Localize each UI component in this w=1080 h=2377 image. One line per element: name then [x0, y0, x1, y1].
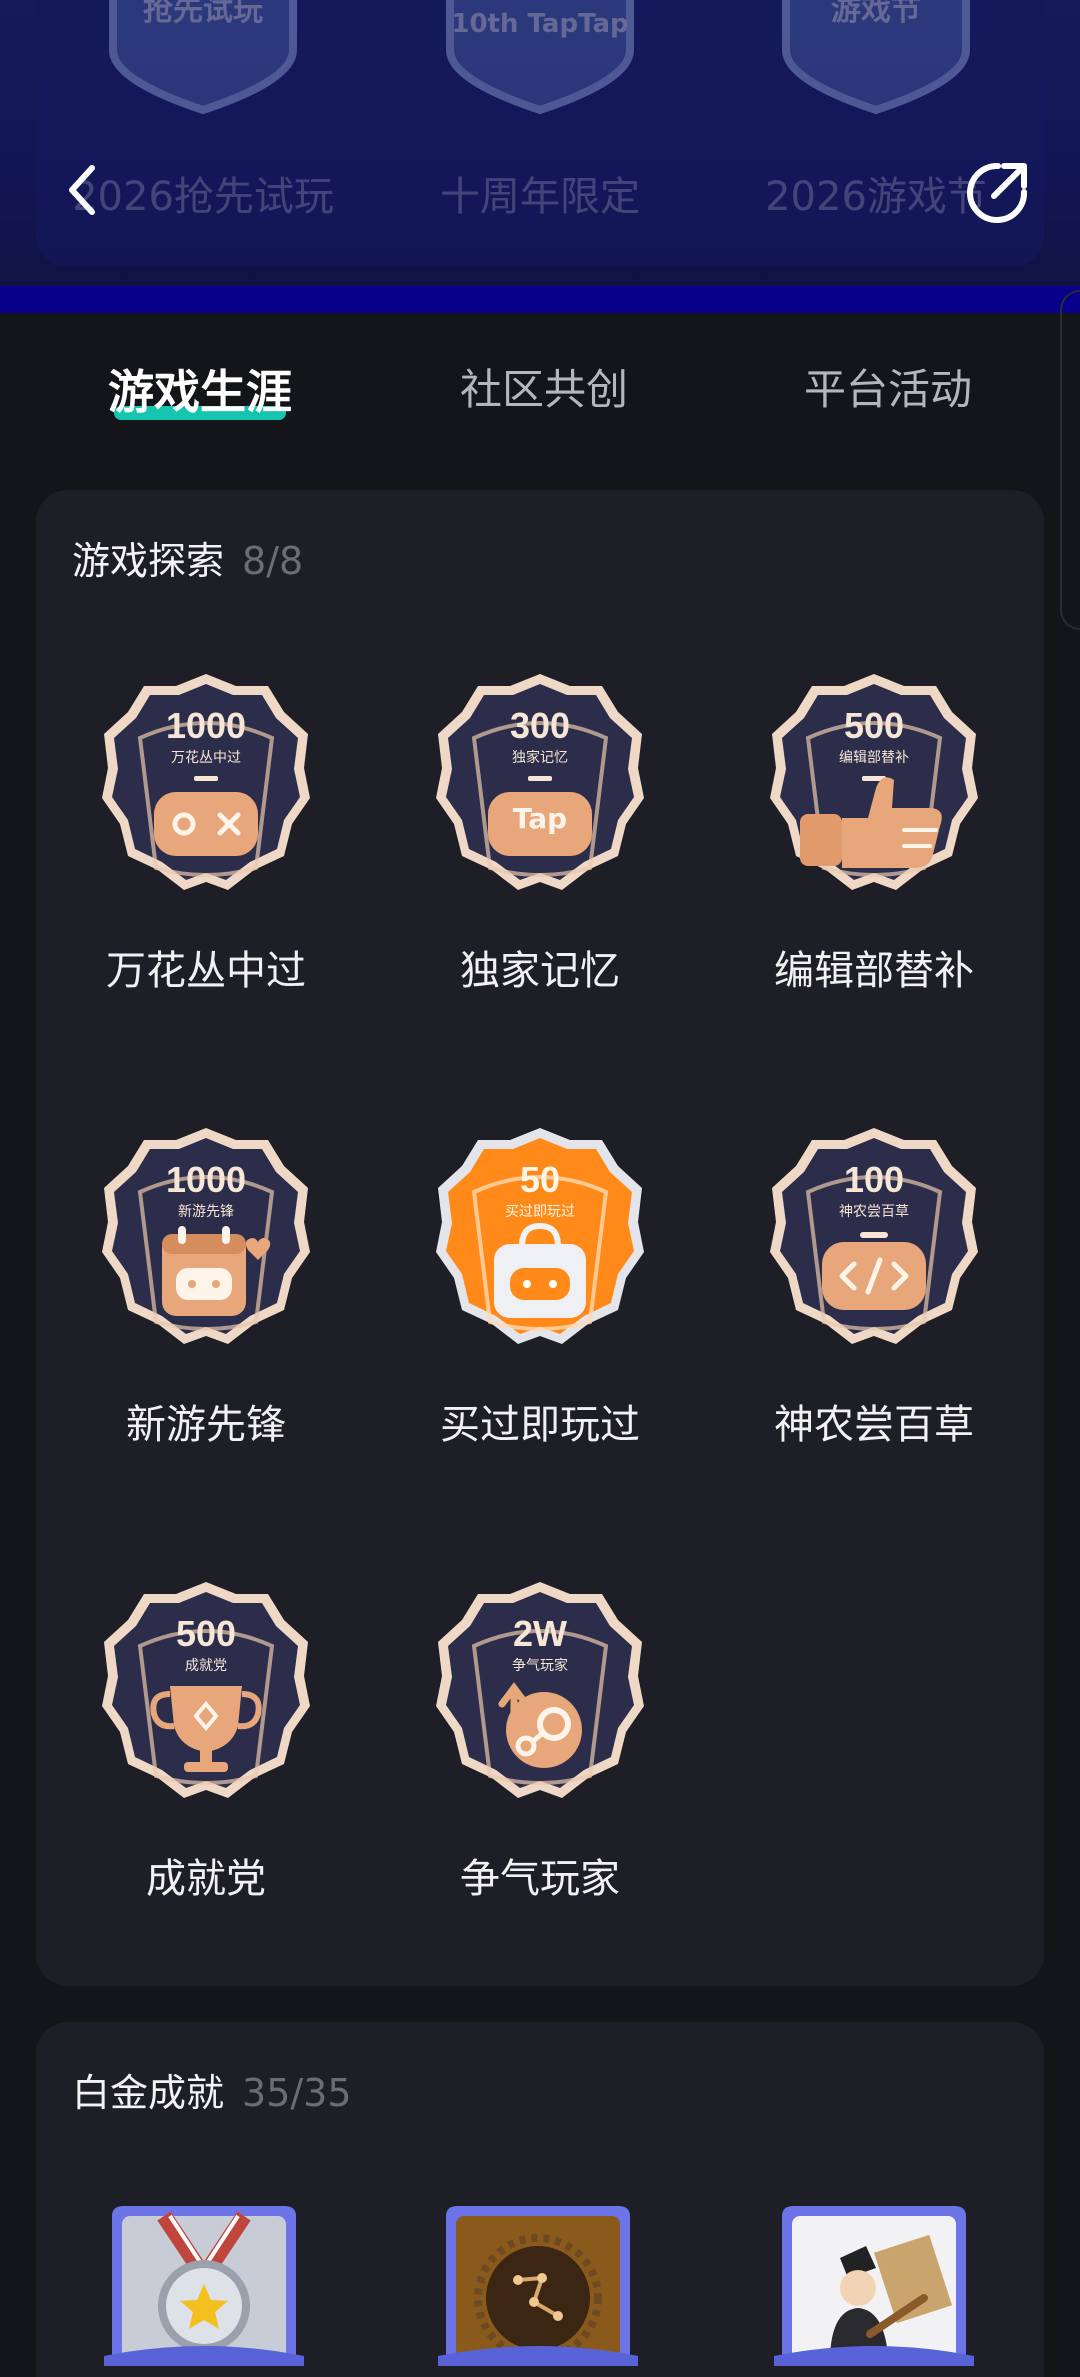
badge-label: 编辑部替补 [774, 948, 974, 994]
platinum-badge-medal[interactable] [104, 2206, 304, 2366]
badge-number: 1000 [166, 705, 246, 746]
section-game-exploration: 游戏探索 8/8 1000 万花丛中过 万花丛中过 300 独家记忆 Tap 独… [36, 490, 1044, 1986]
header-divider [0, 286, 1080, 313]
badge-graphic: 500 成就党 [96, 1576, 316, 1806]
badge-label: 争气玩家 [460, 1856, 620, 1902]
chevron-left-icon [69, 165, 95, 215]
section-count: 8/8 [242, 539, 304, 583]
top-badge-label-2: 十周年限定 [440, 174, 640, 220]
badge-label: 买过即玩过 [440, 1402, 640, 1448]
top-badge-1: 抢先试玩 [103, 0, 303, 116]
character-sign-icon [774, 2206, 974, 2366]
badge-subtitle: 编辑部替补 [839, 750, 909, 766]
top-badge-3: 游戏节 [776, 0, 976, 116]
badge-subtitle: 万花丛中过 [171, 750, 241, 766]
badge-label: 新游先锋 [126, 1402, 286, 1448]
header-banner: 抢先试玩 10th TapTap 游戏节 2026抢先试玩 十周年限定 2026… [0, 0, 1080, 300]
badge-subtitle: 买过即玩过 [505, 1204, 575, 1220]
badge-label: 万花丛中过 [106, 948, 306, 994]
badge-subtitle: 神农尝百草 [839, 1204, 909, 1220]
back-button[interactable] [52, 160, 112, 220]
badge-number: 1000 [166, 1159, 246, 1200]
tab-community-label: 社区共创 [459, 365, 628, 414]
badge-graphic: 50 买过即玩过 [430, 1122, 650, 1352]
section-count: 35/35 [242, 2071, 352, 2115]
badge-number: 500 [176, 1613, 236, 1654]
top-badge-2: 10th TapTap [440, 0, 640, 116]
tab-platform-events[interactable]: 平台活动 [718, 356, 1058, 417]
badge-number: 100 [844, 1159, 904, 1200]
badge-label: 独家记忆 [460, 948, 620, 994]
badge-subtitle: 独家记忆 [512, 749, 568, 766]
badge-item[interactable]: 300 独家记忆 Tap 独家记忆 [370, 668, 710, 998]
tab-platform-events-label: 平台活动 [803, 365, 972, 414]
tab-game-career-label: 游戏生涯 [108, 365, 292, 419]
section-title: 白金成就 [72, 2071, 225, 2115]
badge-item[interactable]: 500 编辑部替补 编辑部替补 [704, 668, 1044, 998]
svg-text:Tap: Tap [513, 802, 567, 835]
tab-community[interactable]: 社区共创 [374, 356, 714, 417]
badge-label: 成就党 [146, 1856, 266, 1902]
badge-graphic: 2W 争气玩家 [430, 1576, 650, 1806]
section-header: 白金成就 35/35 [72, 2062, 352, 2117]
gamepad-icon [154, 792, 258, 856]
badge-number: 2W [513, 1613, 567, 1654]
badge-graphic: 300 独家记忆 Tap [430, 668, 650, 898]
platinum-badge-constellation[interactable] [438, 2206, 638, 2366]
top-badge-2-art-text: 10th TapTap [451, 9, 628, 39]
badge-graphic: 1000 新游先锋 [96, 1122, 316, 1352]
badge-label: 神农尝百草 [774, 1402, 974, 1448]
badge-subtitle: 成就党 [185, 1658, 227, 1674]
badge-item[interactable]: 1000 新游先锋 新游先锋 [36, 1122, 376, 1452]
badge-number: 500 [844, 705, 904, 746]
top-badge-3-art-text: 游戏节 [831, 0, 921, 28]
constellation-icon [438, 2206, 638, 2366]
code-icon [822, 1232, 926, 1310]
tab-bar: 游戏生涯 社区共创 平台活动 [0, 340, 1080, 430]
medal-star-icon [104, 2206, 304, 2366]
share-button[interactable] [960, 156, 1034, 230]
badge-graphic: 500 编辑部替补 [764, 668, 984, 898]
platinum-badge-character[interactable] [774, 2206, 974, 2366]
section-header: 游戏探索 8/8 [72, 530, 303, 585]
badge-number: 50 [520, 1159, 560, 1200]
badge-item[interactable]: 50 买过即玩过 买过即玩过 [370, 1122, 710, 1452]
badge-number: 300 [510, 705, 570, 746]
badge-subtitle: 新游先锋 [178, 1204, 234, 1220]
badge-item[interactable]: 500 成就党 成就党 [36, 1576, 376, 1906]
section-title: 游戏探索 [72, 539, 225, 583]
badge-item[interactable]: 100 神农尝百草 神农尝百草 [704, 1122, 1044, 1452]
tap-icon: Tap [488, 792, 592, 856]
top-badge-1-art-text: 抢先试玩 [143, 0, 263, 28]
badge-graphic: 100 神农尝百草 [764, 1122, 984, 1352]
badge-item[interactable]: 1000 万花丛中过 万花丛中过 [36, 668, 376, 998]
badge-subtitle: 争气玩家 [512, 1657, 568, 1674]
tab-game-career[interactable]: 游戏生涯 [30, 356, 370, 422]
badge-item[interactable]: 2W 争气玩家 争气玩家 [370, 1576, 710, 1906]
section-platinum-achievements: 白金成就 35/35 [36, 2022, 1044, 2377]
share-icon [967, 162, 1028, 223]
badge-graphic: 1000 万花丛中过 [96, 668, 316, 898]
